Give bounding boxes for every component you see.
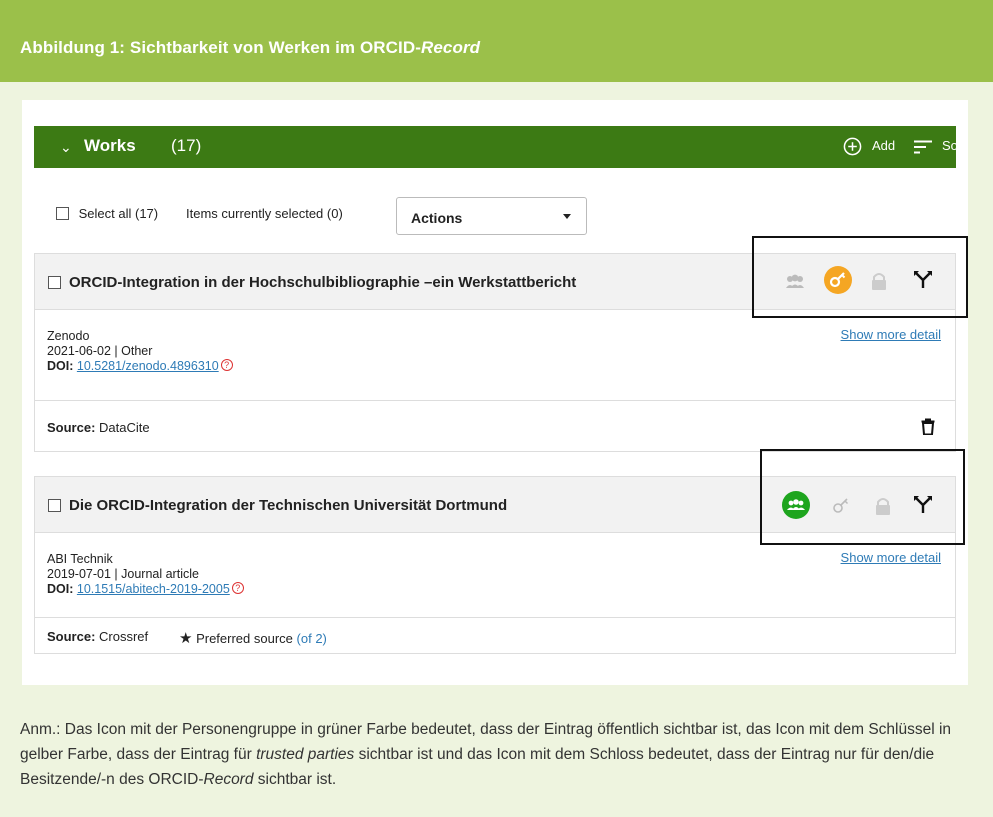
- figure-title-italic: Record: [421, 38, 481, 57]
- doi-link[interactable]: 10.1515/abitech-2019-2005: [77, 582, 230, 596]
- items-selected-text: Items currently selected (0): [186, 206, 343, 221]
- work-date-type: 2021-06-02 | Other: [47, 344, 153, 358]
- highlight-box: [760, 449, 965, 545]
- work-metadata: ABI Technik 2019-07-01 | Journal article…: [47, 552, 244, 597]
- note-italic: Record: [203, 771, 254, 788]
- figure-header: Abbildung 1: Sichtbarkeit von Werken im …: [0, 0, 993, 82]
- work-source-row: Source: Crossref ★ Preferred source (of …: [35, 617, 955, 654]
- source-value: Crossref: [99, 629, 149, 644]
- work-journal: ABI Technik: [47, 552, 113, 566]
- work-source-row: Source: DataCite: [35, 400, 955, 452]
- help-icon[interactable]: ?: [220, 359, 233, 371]
- work-select-checkbox[interactable]: [48, 276, 61, 289]
- work-source: Source: DataCite: [47, 420, 150, 435]
- trash-icon[interactable]: [921, 418, 935, 435]
- show-more-detail-link[interactable]: Show more detail: [841, 327, 941, 342]
- add-button[interactable]: Add: [872, 138, 895, 153]
- work-doi: DOI: 10.5281/zenodo.4896310?: [47, 359, 233, 374]
- work-title: Die ORCID-Integration der Technischen Un…: [48, 497, 507, 514]
- work-journal: Zenodo: [47, 329, 90, 343]
- actions-dropdown[interactable]: Actions: [396, 197, 587, 235]
- work-select-checkbox[interactable]: [48, 499, 61, 512]
- preferred-source-count[interactable]: (of 2): [297, 631, 327, 646]
- select-all-checkbox[interactable]: [56, 207, 69, 220]
- caret-down-icon: [563, 214, 571, 219]
- show-more-detail-link[interactable]: Show more detail: [841, 550, 941, 565]
- work-title-text: ORCID-Integration in der Hochschulbiblio…: [69, 274, 577, 291]
- preferred-source: ★ Preferred source (of 2): [179, 629, 327, 647]
- note-italic: trusted parties: [256, 746, 355, 763]
- works-count: (17): [171, 136, 202, 155]
- figure-title-text: Abbildung 1: Sichtbarkeit von Werken im …: [20, 38, 421, 57]
- actions-label: Actions: [411, 210, 463, 226]
- work-source: Source: Crossref: [47, 629, 148, 644]
- work-doi: DOI: 10.1515/abitech-2019-2005?: [47, 582, 244, 597]
- help-icon[interactable]: ?: [231, 582, 244, 594]
- source-label: Source:: [47, 420, 96, 435]
- star-icon: ★: [179, 630, 193, 647]
- doi-link[interactable]: 10.5281/zenodo.4896310: [77, 359, 219, 373]
- select-all-control[interactable]: Select all (17): [56, 206, 158, 221]
- sort-icon[interactable]: [914, 140, 932, 154]
- work-metadata: Zenodo 2021-06-02 | Other DOI: 10.5281/z…: [47, 329, 233, 374]
- preferred-source-label: Preferred source: [196, 631, 293, 646]
- sort-button[interactable]: Sort: [942, 138, 966, 153]
- highlight-box: [752, 236, 968, 318]
- work-title: ORCID-Integration in der Hochschulbiblio…: [48, 274, 576, 291]
- works-section-header[interactable]: ⌄ Works (17) Add Sort: [34, 126, 966, 168]
- figure-note: Anm.: Das Icon mit der Personengruppe in…: [20, 717, 980, 792]
- figure-title: Abbildung 1: Sichtbarkeit von Werken im …: [20, 38, 480, 58]
- chevron-down-icon[interactable]: ⌄: [60, 139, 72, 156]
- work-date-type: 2019-07-01 | Journal article: [47, 567, 199, 581]
- doi-label: DOI:: [47, 582, 74, 596]
- add-icon[interactable]: [843, 137, 862, 156]
- source-label: Source:: [47, 629, 96, 644]
- works-title: Works: [84, 136, 136, 155]
- select-all-label: Select all (17): [78, 206, 159, 221]
- work-title-text: Die ORCID-Integration der Technischen Un…: [69, 497, 508, 514]
- source-value: DataCite: [99, 420, 150, 435]
- note-text: sichtbar ist.: [253, 771, 337, 788]
- doi-label: DOI:: [47, 359, 74, 373]
